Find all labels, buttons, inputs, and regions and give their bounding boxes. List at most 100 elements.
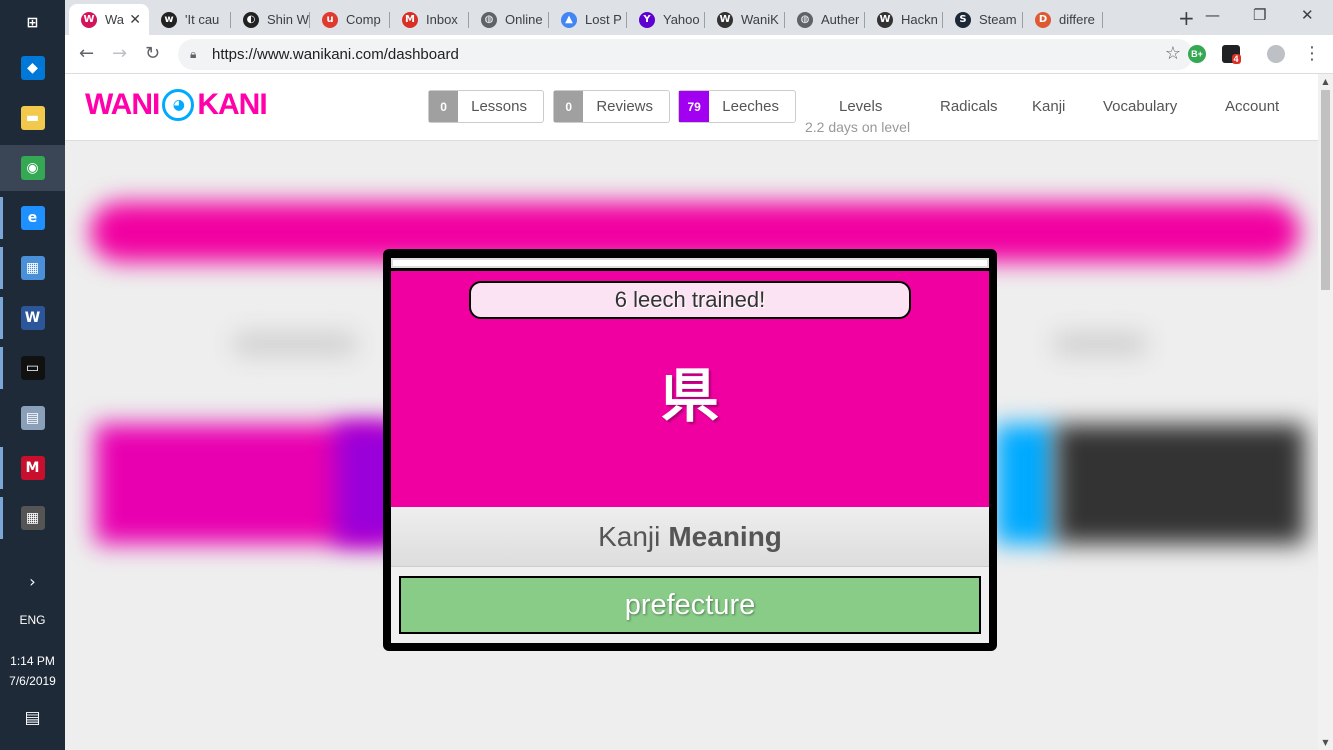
forward-button[interactable]: → xyxy=(112,43,127,64)
nav-radicals[interactable]: Radicals xyxy=(940,98,998,115)
tab-title: WaniK xyxy=(741,12,779,27)
tab-title: Inbox xyxy=(426,12,458,27)
terminal-icon-glyph: ▭ xyxy=(20,356,45,380)
store-icon[interactable]: ◆ xyxy=(0,45,65,91)
browser-tab[interactable]: ◍ Online xyxy=(469,4,549,35)
browser-tab-strip: W Wa ✕ w 'It cau ◐ Shin W u Comp M Inbox ◍ Online ▲ Lo… xyxy=(65,0,1333,35)
extension-badge-count: 4 xyxy=(1231,54,1241,64)
word-icon[interactable]: W xyxy=(0,295,65,341)
chrome-menu-icon[interactable]: ⋮ xyxy=(1303,43,1321,64)
control-panel-icon[interactable]: ▦ xyxy=(0,245,65,291)
show-hidden-icons-chevron[interactable]: › xyxy=(0,572,65,591)
back-button[interactable]: ← xyxy=(79,43,94,64)
tab-title: 'It cau xyxy=(185,12,220,27)
new-tab-button[interactable]: + xyxy=(1178,6,1195,30)
clock-date[interactable]: 7/6/2019 xyxy=(0,674,65,688)
lock-icon[interactable]: 🔒︎ xyxy=(190,47,196,62)
extension-badge-icon[interactable]: 4 xyxy=(1222,45,1241,64)
nav-vocabulary[interactable]: Vocabulary xyxy=(1103,98,1177,115)
terminal-icon[interactable]: ▭ xyxy=(0,345,65,391)
browser-tab[interactable]: ▲ Lost P xyxy=(549,4,627,35)
extension-grammar-icon[interactable]: B+ xyxy=(1188,45,1206,63)
levels-days-on-level: 2.2 days on level xyxy=(805,119,911,135)
chrome-icon-glyph: ◉ xyxy=(20,156,45,180)
answer-input[interactable]: prefecture xyxy=(399,576,981,634)
nav-account[interactable]: Account xyxy=(1225,98,1279,115)
tab-title: Online xyxy=(505,12,543,27)
tab-favicon-icon: M xyxy=(402,11,418,28)
browser-tab[interactable]: W Wa ✕ xyxy=(69,4,149,35)
browser-tab[interactable]: Y Yahoo xyxy=(627,4,705,35)
browser-tab[interactable]: W WaniK xyxy=(705,4,785,35)
browser-tab[interactable]: M Inbox xyxy=(390,4,469,35)
scroll-up-arrow[interactable]: ▲ xyxy=(1318,77,1333,86)
running-indicator xyxy=(0,247,3,289)
reload-button[interactable]: ↻ xyxy=(145,43,160,64)
address-bar[interactable]: 🔒︎ https://www.wanikani.com/dashboard ☆ xyxy=(178,39,1193,70)
logo-kani: KANI xyxy=(197,88,267,121)
bookmark-star-icon[interactable]: ☆ xyxy=(1165,43,1181,64)
minimize-button[interactable]: — xyxy=(1205,6,1220,24)
reviews-label: Reviews xyxy=(596,98,653,115)
browser-tab[interactable]: w 'It cau xyxy=(149,4,231,35)
tab-title: Shin W xyxy=(267,12,309,27)
tab-separator xyxy=(1102,12,1103,28)
lessons-label: Lessons xyxy=(471,98,527,115)
scrollbar-thumb[interactable] xyxy=(1321,90,1330,290)
language-indicator[interactable]: ENG xyxy=(0,613,65,627)
nav-kanji[interactable]: Kanji xyxy=(1032,98,1065,115)
leeches-label: Leeches xyxy=(722,98,779,115)
blurred-dark-panel xyxy=(1055,424,1305,544)
tab-favicon-icon: Y xyxy=(639,11,655,28)
browser-tab[interactable]: W Hackn xyxy=(865,4,943,35)
file-explorer-icon-glyph: ▬ xyxy=(20,106,45,130)
tab-favicon-icon: S xyxy=(955,11,971,28)
windows-start-icon-glyph: ⊞ xyxy=(20,11,45,35)
leeches-button[interactable]: 79 Leeches xyxy=(678,90,796,123)
url-text[interactable]: https://www.wanikani.com/dashboard xyxy=(212,46,459,63)
item-type-label: Kanji xyxy=(598,520,661,552)
lessons-button[interactable]: 0 Lessons xyxy=(428,90,544,123)
restore-button[interactable]: ❐ xyxy=(1253,6,1266,24)
lessons-count: 0 xyxy=(429,91,459,122)
tab-favicon-icon: ◍ xyxy=(481,11,497,28)
browser-tab[interactable]: ◐ Shin W xyxy=(231,4,310,35)
chrome-icon[interactable]: ◉ xyxy=(0,145,65,191)
close-window-button[interactable]: ✕ xyxy=(1301,6,1314,24)
profile-avatar-icon[interactable] xyxy=(1267,45,1285,63)
nav-levels[interactable]: Levels xyxy=(839,98,882,115)
browser-tab[interactable]: Ddiffere xyxy=(1023,4,1103,35)
browser-tab[interactable]: S Steam xyxy=(943,4,1023,35)
tab-title: Comp xyxy=(346,12,381,27)
kanji-character: 県 xyxy=(660,362,719,430)
running-indicator xyxy=(0,347,3,389)
page-scrollbar[interactable]: ▲ ▼ xyxy=(1318,74,1333,750)
tab-title: Yahoo xyxy=(663,12,700,27)
tab-title: Lost P xyxy=(585,12,622,27)
calculator-icon[interactable]: ▦ xyxy=(0,495,65,541)
page-viewport: WANI ◕ KANI 0 Lessons 0 Reviews 79 Leech… xyxy=(65,74,1318,750)
running-indicator xyxy=(0,197,3,239)
tab-close-icon[interactable]: ✕ xyxy=(129,12,141,28)
network-icon[interactable]: ▤ xyxy=(0,395,65,441)
running-indicator xyxy=(0,297,3,339)
mcafee-icon[interactable]: M xyxy=(0,445,65,491)
file-explorer-icon[interactable]: ▬ xyxy=(0,95,65,141)
tab-title: Hackn xyxy=(901,12,938,27)
browser-tab[interactable]: u Comp xyxy=(310,4,390,35)
clock-time[interactable]: 1:14 PM xyxy=(0,654,65,668)
reviews-button[interactable]: 0 Reviews xyxy=(553,90,670,123)
action-center-icon[interactable]: ▤ xyxy=(0,708,65,728)
tab-title: Wa xyxy=(105,12,125,27)
word-icon-glyph: W xyxy=(20,306,45,330)
control-panel-icon-glyph: ▦ xyxy=(20,256,45,280)
wanikani-logo[interactable]: WANI ◕ KANI xyxy=(85,88,268,122)
edge-icon[interactable]: e xyxy=(0,195,65,241)
calculator-icon-glyph: ▦ xyxy=(20,506,45,530)
windows-start-icon[interactable]: ⊞ xyxy=(0,0,65,46)
blurred-text xyxy=(1055,334,1145,354)
scroll-down-arrow[interactable]: ▼ xyxy=(1318,738,1333,747)
browser-tab[interactable]: ◍ Auther xyxy=(785,4,865,35)
tab-favicon-icon: D xyxy=(1035,11,1051,28)
tab-title: Steam xyxy=(979,12,1017,27)
